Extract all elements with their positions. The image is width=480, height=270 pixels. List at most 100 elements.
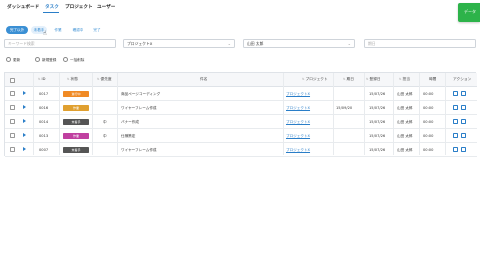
edit-icon[interactable]	[453, 90, 458, 96]
header-due[interactable]: ⇅期日	[343, 77, 354, 82]
expand-arrow-icon[interactable]	[23, 91, 26, 95]
timer-icon[interactable]	[461, 132, 466, 138]
mouse-cursor-icon: ☝	[43, 30, 47, 37]
row-id: 0014	[39, 119, 49, 124]
header-title[interactable]: 件名	[200, 77, 207, 82]
row-project-link[interactable]: プロジェクトX	[286, 92, 310, 97]
row-time: 00:00	[423, 119, 434, 124]
row-title[interactable]: ワイヤーフレーム作成	[121, 148, 157, 153]
top-navigation: ダッシュボード タスク プロジェクト ユーザー	[0, 0, 480, 14]
column-divider	[59, 73, 60, 155]
filter-pill-working[interactable]: 作業	[51, 26, 65, 34]
header-id-label: ID	[41, 77, 46, 81]
plus-icon	[35, 57, 40, 62]
timer-icon[interactable]	[461, 146, 466, 152]
header-due-label: 期日	[346, 77, 354, 81]
date-input[interactable]: 期日	[364, 39, 476, 48]
row-project-link[interactable]: プロジェクトX	[286, 120, 310, 125]
row-time: 00:00	[423, 105, 434, 110]
nav-dashboard[interactable]: ダッシュボード	[7, 4, 39, 10]
user-select[interactable]: 山田 太郎 ⌄	[243, 39, 355, 48]
row-checkbox[interactable]	[10, 133, 15, 138]
bulk-delete-label: 一括削除	[70, 58, 85, 62]
filter-pill-reviewing[interactable]: 確認中	[69, 26, 87, 34]
row-title[interactable]: 仕様策定	[121, 134, 135, 139]
user-select-value: 山田 太郎	[247, 41, 264, 46]
column-divider	[283, 73, 284, 155]
active-tab-indicator	[43, 11, 59, 13]
header-created[interactable]: ⇅登録日	[366, 77, 381, 82]
bulk-delete-button[interactable]: 一括削除	[63, 56, 84, 65]
status-badge: 進行中	[63, 90, 89, 97]
edit-icon[interactable]	[453, 104, 458, 110]
nav-tasks[interactable]: タスク	[45, 4, 59, 10]
project-select[interactable]: プロジェクトX ⌄	[123, 39, 235, 48]
row-project-link[interactable]: プロジェクトX	[286, 106, 310, 111]
timer-icon[interactable]	[461, 104, 466, 110]
update-label: 更新	[13, 58, 21, 62]
column-divider	[393, 73, 394, 155]
table-row[interactable]: 0014 未着手 中 バナー作成 プロジェクトX 15/07/26 山田 太郎 00:00	[5, 115, 477, 129]
row-assignee: 山田 太郎	[397, 133, 413, 138]
timer-icon[interactable]	[461, 90, 466, 96]
header-project[interactable]: ⇅プロジェクト	[302, 77, 328, 82]
timer-icon[interactable]	[461, 118, 466, 124]
header-actions: アクション	[453, 77, 472, 81]
row-created: 15/07/26	[369, 147, 386, 152]
edit-icon[interactable]	[453, 118, 458, 124]
table-row[interactable]: 0016 作業 ワイヤーフレーム作成 プロジェクトX 15/09/20 15/07/26 山…	[5, 101, 477, 115]
edit-icon[interactable]	[453, 146, 458, 152]
column-divider	[117, 73, 118, 155]
row-checkbox[interactable]	[10, 119, 15, 124]
search-input[interactable]: キーワード検索	[4, 39, 116, 48]
update-button[interactable]: 更新	[6, 56, 20, 65]
filter-pill-done[interactable]: 完了	[90, 26, 104, 34]
column-divider	[445, 73, 446, 155]
table-row[interactable]: 0007 未着手 ワイヤーフレーム作成 プロジェクトX 15/07/26 山田 太郎 00:…	[5, 143, 477, 157]
header-project-label: プロジェクト	[305, 77, 328, 81]
row-created: 15/07/26	[369, 91, 386, 96]
row-created: 15/07/26	[369, 119, 386, 124]
row-created: 15/07/26	[369, 133, 386, 138]
status-badge: 未着手	[63, 118, 89, 125]
row-time: 00:00	[423, 91, 434, 96]
header-time[interactable]: 時間	[429, 77, 436, 82]
row-checkbox[interactable]	[10, 147, 15, 152]
table-row[interactable]: 0013 作業 中 仕様策定 プロジェクトX 15/07/26 山田 太郎 00:00	[5, 129, 477, 143]
table-row[interactable]: 0017 進行中 商品ページコーディング プロジェクトX 15/07/26 山田 太郎 00…	[5, 87, 477, 101]
row-title[interactable]: 商品ページコーディング	[121, 92, 160, 97]
row-title[interactable]: ワイヤーフレーム作成	[121, 106, 157, 111]
expand-arrow-icon[interactable]	[23, 133, 26, 137]
refresh-icon	[6, 57, 11, 62]
row-title[interactable]: バナー作成	[121, 120, 139, 125]
header-priority[interactable]: ⇅優先度	[97, 77, 112, 82]
nav-projects[interactable]: プロジェクト	[65, 4, 93, 10]
row-priority: 中	[103, 133, 107, 138]
project-select-value: プロジェクトX	[127, 41, 153, 46]
chevron-down-icon: ⌄	[347, 41, 351, 46]
task-table: ⇅ID ⇅状態 ⇅優先度 件名 ⇅プロジェクト ⇅期日 ⇅登録日 ⇅担当 時間 …	[4, 72, 477, 157]
data-button-label: データ	[464, 9, 476, 14]
expand-arrow-icon[interactable]	[23, 105, 26, 109]
row-checkbox[interactable]	[10, 105, 15, 110]
row-assignee: 山田 太郎	[397, 91, 413, 96]
header-status-label: 状態	[70, 77, 78, 81]
header-id[interactable]: ⇅ID	[38, 77, 45, 81]
row-created: 15/07/26	[369, 105, 386, 110]
new-button[interactable]: 新規登録	[35, 56, 56, 65]
row-project-link[interactable]: プロジェクトX	[286, 148, 310, 153]
header-status[interactable]: ⇅状態	[67, 77, 78, 82]
row-project-link[interactable]: プロジェクトX	[286, 134, 310, 139]
filter-pill-not-done[interactable]: 完了以外	[6, 26, 28, 34]
row-checkbox[interactable]	[10, 91, 15, 96]
data-button[interactable]: データ	[458, 3, 480, 22]
edit-icon[interactable]	[453, 132, 458, 138]
select-all-checkbox[interactable]	[10, 77, 15, 83]
expand-arrow-icon[interactable]	[23, 147, 26, 151]
row-assignee: 山田 太郎	[397, 147, 413, 152]
header-assignee[interactable]: ⇅担当	[399, 77, 410, 82]
nav-users[interactable]: ユーザー	[97, 4, 115, 10]
status-badge: 未着手	[63, 146, 89, 153]
chevron-down-icon: ⌄	[227, 41, 231, 46]
expand-arrow-icon[interactable]	[23, 119, 26, 123]
